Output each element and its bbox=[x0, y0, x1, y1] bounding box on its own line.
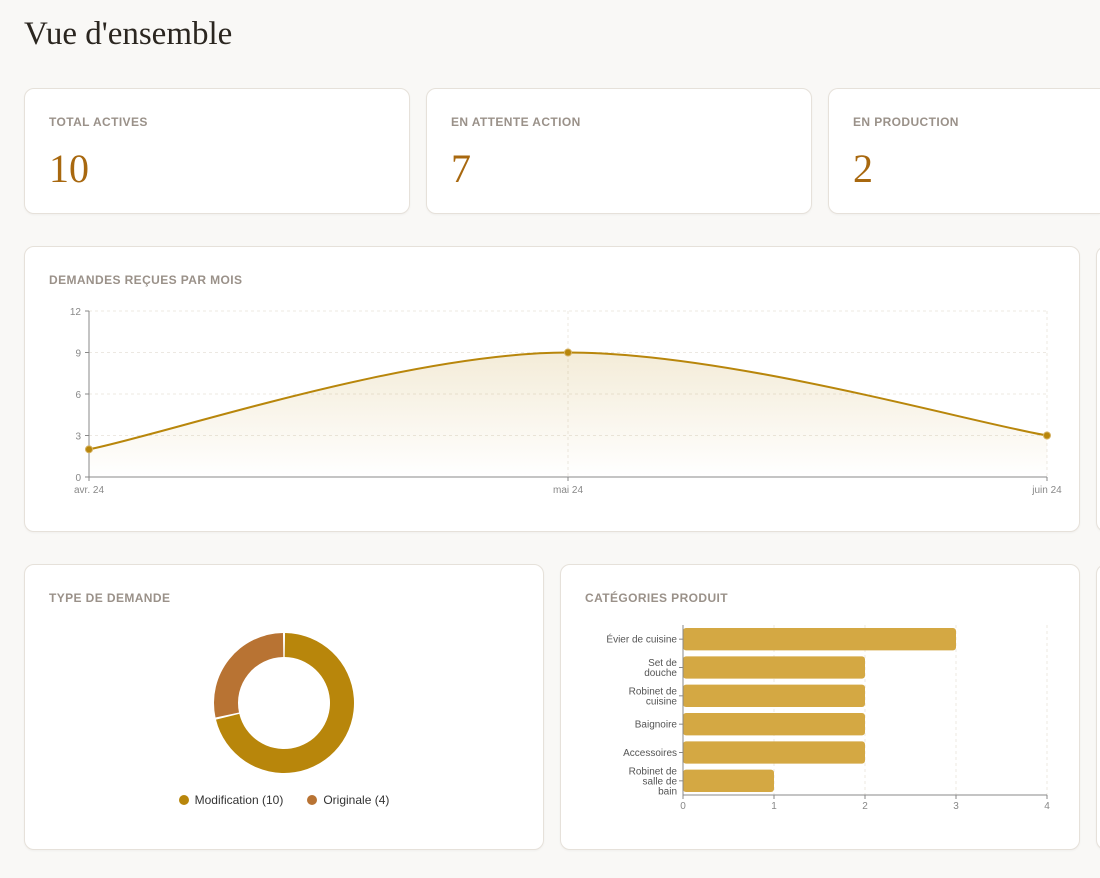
stat-value: 10 bbox=[49, 146, 89, 191]
x-tick-label: 0 bbox=[680, 801, 686, 812]
request-type-chart-card: TYPE DE DEMANDE Modification (10) Origin… bbox=[24, 564, 544, 850]
y-tick-label: 9 bbox=[75, 349, 81, 360]
donut-legend: Modification (10) Originale (4) bbox=[25, 793, 543, 807]
x-tick-label: 3 bbox=[953, 801, 959, 812]
legend-dot bbox=[178, 795, 189, 805]
stat-label: EN ATTENTE ACTION bbox=[451, 115, 581, 129]
data-point bbox=[85, 445, 93, 454]
bar bbox=[683, 656, 865, 679]
x-tick-label: 2 bbox=[862, 801, 868, 812]
page-title: Vue d'ensemble bbox=[24, 16, 233, 52]
product-categories-bar-chart: Évier de cuisineSet dedoucheRobinet decu… bbox=[606, 625, 1050, 812]
product-categories-chart-card: CATÉGORIES PRODUIT Évier de cuisine Set d… bbox=[560, 564, 1080, 850]
stat-card-en-attente-action: EN ATTENTE ACTION 7 bbox=[426, 88, 812, 214]
side-card-partial bbox=[1096, 246, 1100, 532]
donut-slice bbox=[214, 633, 284, 718]
area-fill bbox=[89, 352, 1047, 477]
stat-label: TOTAL ACTIVES bbox=[49, 115, 148, 129]
bar bbox=[683, 741, 865, 764]
x-tick-label: avr. 24 bbox=[74, 485, 104, 496]
bar bbox=[683, 628, 956, 651]
x-tick-label: juin 24 bbox=[1031, 485, 1062, 496]
bar bbox=[683, 769, 774, 792]
legend-item-modification[interactable]: Modification (10) bbox=[178, 793, 284, 807]
category-label: cuisine bbox=[646, 696, 678, 707]
y-tick-label: 12 bbox=[70, 307, 82, 318]
y-tick-label: 6 bbox=[75, 390, 81, 401]
legend-item-originale[interactable]: Originale (4) bbox=[307, 793, 389, 807]
x-tick-label: 4 bbox=[1044, 801, 1050, 812]
legend-dot bbox=[307, 795, 318, 805]
x-tick-label: mai 24 bbox=[553, 485, 583, 496]
category-label: douche bbox=[644, 668, 677, 679]
monthly-requests-chart-card: DEMANDES REÇUES PAR MOIS 0 3 6 9 12 avr. 24 ma… bbox=[24, 246, 1080, 532]
side-card-partial bbox=[1096, 564, 1100, 850]
legend-label: Originale (4) bbox=[323, 793, 390, 807]
stat-label: EN PRODUCTION bbox=[853, 115, 959, 129]
stat-card-total-actives: TOTAL ACTIVES 10 bbox=[24, 88, 410, 214]
stat-card-en-production: EN PRODUCTION 2 bbox=[828, 88, 1100, 214]
category-label: Accessoires bbox=[623, 748, 677, 759]
category-label: bain bbox=[658, 786, 677, 797]
y-tick-label: 3 bbox=[75, 432, 81, 443]
bar bbox=[683, 713, 865, 736]
y-tick-label: 0 bbox=[75, 473, 81, 484]
data-point bbox=[564, 348, 572, 357]
category-label: Baignoire bbox=[635, 720, 678, 731]
x-tick-label: 1 bbox=[771, 801, 777, 812]
monthly-requests-chart: 0 3 6 9 12 avr. 24 mai 24 juin 24 bbox=[70, 307, 1062, 496]
stat-value: 2 bbox=[853, 146, 873, 191]
stat-value: 7 bbox=[451, 146, 471, 191]
category-label: Évier de cuisine bbox=[606, 633, 677, 646]
legend-label: Modification (10) bbox=[194, 793, 284, 807]
data-point bbox=[1043, 431, 1051, 440]
bar bbox=[683, 684, 865, 707]
